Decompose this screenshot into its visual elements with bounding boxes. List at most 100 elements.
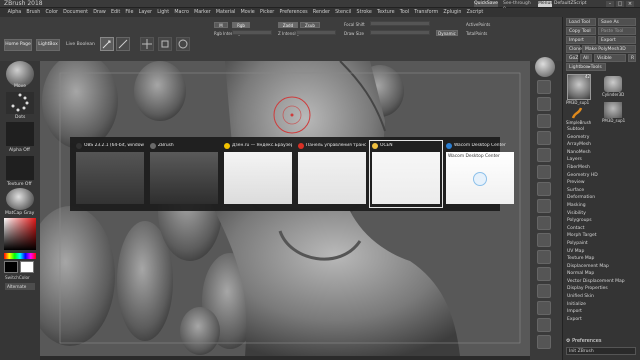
- linefill-icon[interactable]: [537, 284, 551, 298]
- subpalette-initialize[interactable]: Initialize: [567, 301, 637, 309]
- tool-thumb-simplebrush-icon[interactable]: [570, 106, 584, 120]
- menu-item-transform[interactable]: Transform: [412, 8, 441, 17]
- menu-item-draw[interactable]: Draw: [91, 8, 109, 17]
- goz-all-button[interactable]: All: [580, 54, 592, 62]
- subpalette-contact[interactable]: Contact: [567, 225, 637, 233]
- import-button[interactable]: Import: [566, 36, 596, 44]
- subpalette-unified-skin[interactable]: Unified Skin: [567, 293, 637, 301]
- maximize-icon[interactable]: □: [616, 1, 624, 7]
- menu-item-edit[interactable]: Edit: [108, 8, 122, 17]
- tool-thumb-pm3d-2-icon[interactable]: [604, 102, 622, 118]
- hue-slider[interactable]: [4, 253, 36, 259]
- save-as-button[interactable]: Save As: [598, 18, 636, 26]
- menu-item-movie[interactable]: Movie: [238, 8, 257, 17]
- draw-mode-icon[interactable]: [116, 37, 130, 51]
- subpalette-export[interactable]: Export: [567, 316, 637, 324]
- menu-item-macro[interactable]: Macro: [172, 8, 192, 17]
- rgb-toggle[interactable]: Rgb: [232, 22, 250, 28]
- dynamic-toggle[interactable]: Dynamic: [436, 30, 458, 36]
- export-button[interactable]: Export: [598, 36, 636, 44]
- subpalette-import[interactable]: Import: [567, 308, 637, 316]
- goz-r-button[interactable]: R: [628, 54, 636, 62]
- minimize-icon[interactable]: –: [606, 1, 614, 7]
- main-color-swatch[interactable]: [4, 261, 18, 273]
- scale-transform-icon[interactable]: [158, 37, 172, 51]
- subpalette-uv-map[interactable]: UV Map: [567, 248, 637, 256]
- subpalette-nanomesh[interactable]: NanoMesh: [567, 149, 637, 157]
- see-through-slider[interactable]: See-through 0: [503, 1, 531, 12]
- close-icon[interactable]: ×: [626, 1, 634, 7]
- switch-color-button[interactable]: SwitchColor: [5, 275, 30, 280]
- z-intensity-slider[interactable]: [296, 30, 336, 35]
- subpalette-polygroups[interactable]: Polygroups: [567, 217, 637, 225]
- scroll-icon[interactable]: [537, 97, 551, 111]
- task-thumbnail[interactable]: OBS 23.2.1 (64-bit, windows)...: [74, 141, 146, 207]
- subpalette-geometry[interactable]: Geometry: [567, 134, 637, 142]
- menu-item-texture[interactable]: Texture: [374, 8, 397, 17]
- menu-item-zscript[interactable]: Zscript: [464, 8, 486, 17]
- alternate-button[interactable]: Alternate: [5, 283, 35, 290]
- lightbox-tools-button[interactable]: Lightbox▸Tools: [566, 63, 606, 71]
- local-icon[interactable]: [537, 199, 551, 213]
- subpalette-vector-displacement-map[interactable]: Vector Displacement Map: [567, 278, 637, 286]
- menu-item-file[interactable]: File: [123, 8, 136, 17]
- goz-visible-button[interactable]: Visible: [594, 54, 626, 62]
- subpalette-texture-map[interactable]: Texture Map: [567, 255, 637, 263]
- menu-item-marker[interactable]: Marker: [192, 8, 214, 17]
- subpalette-preview[interactable]: Preview: [567, 179, 637, 187]
- menu-item-alpha[interactable]: Alpha: [5, 8, 24, 17]
- draw-size-slider[interactable]: [370, 30, 430, 35]
- subpalette-subtool[interactable]: Subtool: [567, 126, 637, 134]
- move-transform-icon[interactable]: [140, 37, 154, 51]
- material-thumbnail-icon[interactable]: [6, 188, 34, 210]
- aahalf-icon[interactable]: [537, 148, 551, 162]
- make-polymesh3d-button[interactable]: Make PolyMesh3D: [582, 45, 636, 53]
- subpalette-display-properties[interactable]: Display Properties: [567, 285, 637, 293]
- menu-item-stencil[interactable]: Stencil: [333, 8, 354, 17]
- menu-item-layer[interactable]: Layer: [136, 8, 155, 17]
- subpalette-displacement-map[interactable]: Displacement Map: [567, 263, 637, 271]
- subpalette-geometry-hd[interactable]: Geometry HD: [567, 172, 637, 180]
- menu-item-brush[interactable]: Brush: [24, 8, 43, 17]
- clone-button[interactable]: Clone: [566, 45, 582, 53]
- goz-button[interactable]: GoZ: [566, 54, 578, 62]
- move-view-icon[interactable]: [537, 233, 551, 247]
- subpalette-layers[interactable]: Layers: [567, 156, 637, 164]
- subpalette-surface[interactable]: Surface: [567, 187, 637, 195]
- task-thumbnail[interactable]: ZBrush: [148, 141, 220, 207]
- live-boolean-button[interactable]: Live Boolean: [66, 42, 95, 47]
- menu-item-picker[interactable]: Picker: [257, 8, 276, 17]
- zadd-toggle[interactable]: Zadd: [278, 22, 298, 28]
- task-thumbnail[interactable]: Wacom Desktop Center Wacom Desktop Center: [444, 141, 516, 207]
- tool-thumb-cylinder-icon[interactable]: [604, 76, 622, 92]
- floor-icon[interactable]: [537, 182, 551, 196]
- subpalette-fibermesh[interactable]: FiberMesh: [567, 164, 637, 172]
- zoom3d-icon[interactable]: [537, 250, 551, 264]
- menu-item-tool[interactable]: Tool: [397, 8, 412, 17]
- menu-item-stroke[interactable]: Stroke: [354, 8, 374, 17]
- menu-item-zplugin[interactable]: Zplugin: [441, 8, 464, 17]
- texture-thumbnail-icon[interactable]: [6, 156, 34, 180]
- secondary-color-swatch[interactable]: [20, 261, 34, 273]
- menu-item-document[interactable]: Document: [61, 8, 91, 17]
- menu-item-preferences[interactable]: Preferences: [277, 8, 310, 17]
- stroke-thumbnail-icon[interactable]: [6, 92, 34, 114]
- menu-item-material[interactable]: Material: [213, 8, 238, 17]
- menu-item-color[interactable]: Color: [43, 8, 61, 17]
- rgb-intensity-slider[interactable]: [232, 30, 272, 35]
- task-thumbnail[interactable]: Дзен.ru — Яндекс.Браузер: [222, 141, 294, 207]
- init-zbrush-button[interactable]: Init ZBrush: [566, 347, 636, 355]
- subpalette-morph-target[interactable]: Morph Target: [567, 232, 637, 240]
- solo-icon[interactable]: [537, 335, 551, 349]
- home-page-button[interactable]: Home Page: [4, 39, 32, 51]
- zoom-icon[interactable]: [537, 114, 551, 128]
- alpha-thumbnail-icon[interactable]: [6, 122, 34, 146]
- load-tool-button[interactable]: Load Tool: [566, 18, 596, 26]
- copy-tool-button[interactable]: Copy Tool: [566, 27, 596, 35]
- frame-icon[interactable]: [537, 216, 551, 230]
- preferences-button[interactable]: ⚙ Preferences: [566, 338, 602, 344]
- subpalette-visibility[interactable]: Visibility: [567, 210, 637, 218]
- color-picker[interactable]: [4, 218, 36, 250]
- subpalette-polypaint[interactable]: Polypaint: [567, 240, 637, 248]
- actual-icon[interactable]: [537, 131, 551, 145]
